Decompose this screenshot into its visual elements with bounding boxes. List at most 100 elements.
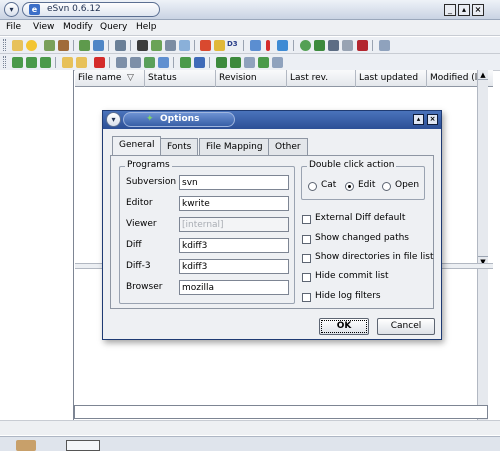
menubar: File View Modify Query Help: [0, 20, 500, 36]
output-pane[interactable]: [74, 405, 488, 419]
radio-edit[interactable]: [345, 182, 354, 191]
radio-open[interactable]: [382, 182, 391, 191]
dialog-maximize-icon[interactable]: ▴: [413, 114, 424, 125]
lock-icon[interactable]: [144, 57, 155, 68]
file-list-scrollbar[interactable]: ▲ ▼: [477, 70, 488, 435]
scroll-up-icon[interactable]: ▲: [478, 70, 488, 80]
programs-group-title: Programs: [125, 160, 172, 170]
taskbar-app-icon[interactable]: [16, 440, 36, 451]
close-icon[interactable]: ×: [472, 4, 484, 16]
edit-icon[interactable]: [250, 40, 261, 51]
bookmark-star-icon[interactable]: [26, 40, 37, 51]
menu-modify[interactable]: Modify: [63, 22, 93, 32]
dialog-title-pill[interactable]: ✦ Options: [123, 112, 235, 127]
list-icon[interactable]: [342, 40, 353, 51]
delete-icon[interactable]: [94, 57, 105, 68]
viewer-field: [179, 217, 289, 232]
tag-icon[interactable]: [194, 57, 205, 68]
directory-tree[interactable]: [0, 70, 74, 435]
toolbar-handle[interactable]: [3, 56, 6, 68]
radio-cat[interactable]: [308, 182, 317, 191]
add-icon[interactable]: [200, 40, 211, 51]
subversion-field[interactable]: [179, 175, 289, 190]
minimize-icon[interactable]: _: [444, 4, 456, 16]
folder-icon[interactable]: [62, 57, 73, 68]
patch-icon[interactable]: [244, 57, 255, 68]
menu-file[interactable]: File: [6, 22, 21, 32]
resolve-icon[interactable]: [216, 57, 227, 68]
tab-fonts[interactable]: Fonts: [160, 138, 199, 155]
open-folder-icon[interactable]: [12, 40, 23, 51]
ok-button[interactable]: OK: [319, 318, 369, 335]
browser-field[interactable]: [179, 280, 289, 295]
update-icon[interactable]: [79, 40, 90, 51]
cancel-button[interactable]: Cancel: [377, 318, 435, 335]
log-icon[interactable]: [137, 40, 148, 51]
repository-icon[interactable]: [58, 40, 69, 51]
tab-other[interactable]: Other: [268, 138, 308, 155]
move-icon[interactable]: [130, 57, 141, 68]
blame-icon[interactable]: [179, 40, 190, 51]
toolbar-separator: [55, 57, 56, 68]
menu-view[interactable]: View: [33, 22, 54, 32]
diff-icon[interactable]: [214, 40, 225, 51]
merge-icon[interactable]: [115, 40, 126, 51]
show-changed-paths-label: Show changed paths: [315, 233, 409, 243]
diff3-field[interactable]: [179, 259, 289, 274]
toolbar-separator: [108, 40, 109, 51]
status-bar: [0, 420, 500, 435]
settings-icon[interactable]: [379, 40, 390, 51]
properties-icon[interactable]: [165, 40, 176, 51]
workspace-icon[interactable]: [44, 40, 55, 51]
export-icon[interactable]: [314, 40, 325, 51]
menu-help[interactable]: Help: [136, 22, 157, 32]
branch-icon[interactable]: [180, 57, 191, 68]
new-folder-icon[interactable]: [76, 57, 87, 68]
menu-query[interactable]: Query: [100, 22, 127, 32]
hide-commit-list-checkbox[interactable]: [302, 273, 311, 282]
checkout-icon[interactable]: [12, 57, 23, 68]
unlock-icon[interactable]: [158, 57, 169, 68]
cleanup-icon[interactable]: [40, 57, 51, 68]
url-icon[interactable]: [328, 40, 339, 51]
book-icon[interactable]: [357, 40, 368, 51]
window-title-pill[interactable]: e eSvn 0.6.12: [22, 2, 160, 17]
alert-icon[interactable]: [266, 40, 270, 51]
browser-label: Browser: [126, 282, 163, 292]
dialog-titlebar[interactable]: ▾ ✦ Options ▴ ×: [103, 111, 441, 129]
info-icon[interactable]: [151, 40, 162, 51]
options-icon: ✦: [146, 114, 154, 124]
relocate-icon[interactable]: [258, 57, 269, 68]
hide-log-filters-checkbox[interactable]: [302, 293, 311, 302]
toolbar-separator: [372, 40, 373, 51]
switch-icon[interactable]: [300, 40, 311, 51]
dialog-menu-icon[interactable]: ▾: [106, 112, 121, 127]
external-diff-default-checkbox[interactable]: [302, 215, 311, 224]
show-changed-paths-checkbox[interactable]: [302, 235, 311, 244]
maximize-icon[interactable]: ▴: [458, 4, 470, 16]
toolbar-handle[interactable]: [3, 39, 6, 51]
dialog-close-icon[interactable]: ×: [427, 114, 438, 125]
diff-field[interactable]: [179, 238, 289, 253]
column-header-last-updated[interactable]: Last updated: [356, 70, 427, 87]
toolbar-separator: [173, 57, 174, 68]
tools-icon[interactable]: [272, 57, 283, 68]
column-header-last-rev[interactable]: Last rev.: [287, 70, 356, 87]
import-icon[interactable]: [26, 57, 37, 68]
toolbar-separator: [293, 40, 294, 51]
refresh-icon[interactable]: [277, 40, 288, 51]
window-menu-icon[interactable]: ▾: [4, 2, 19, 17]
tab-general[interactable]: General: [112, 136, 162, 155]
column-header-status[interactable]: Status: [145, 70, 216, 87]
tab-file-mapping[interactable]: File Mapping: [199, 138, 270, 155]
editor-field[interactable]: [179, 196, 289, 211]
diff3-icon[interactable]: D3: [227, 40, 238, 48]
column-header-revision[interactable]: Revision: [216, 70, 287, 87]
revert-icon[interactable]: [230, 57, 241, 68]
copy-icon[interactable]: [116, 57, 127, 68]
commit-icon[interactable]: [93, 40, 104, 51]
show-directories-checkbox[interactable]: [302, 254, 311, 263]
show-directories-label: Show directories in file list: [315, 252, 434, 262]
taskbar-window-button[interactable]: [66, 440, 100, 451]
column-header-file-name[interactable]: File name ▽: [75, 70, 145, 87]
